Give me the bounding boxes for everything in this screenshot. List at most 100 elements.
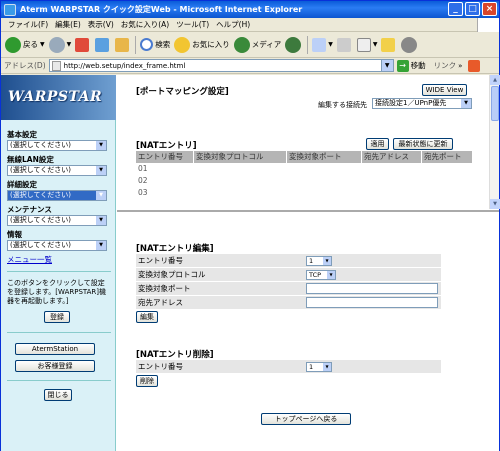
table-row[interactable]: 01 [136, 163, 472, 175]
discuss-button[interactable] [381, 35, 397, 55]
media-button[interactable]: メディア [233, 35, 281, 55]
col-entry: エントリ番号 [136, 151, 194, 163]
stop-button[interactable] [75, 35, 91, 55]
browser-window: Aterm WARPSTAR クイック設定Web - Microsoft Int… [0, 0, 500, 451]
history-icon [285, 36, 302, 53]
nat-title: [NATエントリ] [136, 141, 197, 151]
mail-button[interactable]: ▼ [312, 35, 333, 55]
customer-register-button[interactable]: お客様登録 [15, 360, 95, 372]
search-icon [140, 38, 154, 51]
menu-bar: ファイル(F) 編集(E) 表示(V) お気に入り(A) ツール(T) ヘルプ(… [1, 18, 499, 32]
messenger-button[interactable] [401, 35, 419, 55]
register-button[interactable]: 登録 [44, 311, 70, 323]
menu-tools[interactable]: ツール(T) [176, 19, 209, 30]
edit-title: [NATエントリ編集] [136, 244, 214, 254]
edit-page-button[interactable]: ▼ [356, 35, 377, 55]
group-wireless: 無線LAN設定 (選択してください) ▼ [7, 154, 111, 176]
chevron-down-icon: ▼ [96, 141, 106, 150]
sidebar: WARPSTAR 基本設定 (選択してください) ▼ 無線LAN設定 (選択してく… [1, 75, 116, 451]
messenger-icon [401, 36, 418, 53]
register-note: このボタンをクリックして設定を登録します。[WARPSTAR]機器を再起動します… [7, 279, 107, 305]
refresh-button[interactable] [95, 35, 111, 55]
vertical-scrollbar[interactable]: ▲ ▼ [489, 75, 500, 209]
aterm-station-button[interactable]: AtermStation [15, 343, 95, 355]
group-advanced: 詳細設定 (選択してください) ▼ [7, 179, 111, 201]
stop-icon [75, 37, 90, 52]
back-button[interactable]: 戻る ▼ [5, 35, 45, 55]
col-port: 変換対象ポート [287, 151, 362, 163]
table-row[interactable]: 02 [136, 175, 472, 187]
chevron-down-icon: ▼ [323, 256, 331, 265]
group-heading: 情報 [7, 230, 22, 239]
minimize-button[interactable]: _ [448, 2, 463, 16]
scroll-down-icon: ▼ [490, 199, 500, 209]
address-dropdown-icon[interactable]: ▼ [380, 60, 393, 71]
entry-select[interactable]: 1 ▼ [306, 255, 332, 266]
port-input[interactable] [306, 283, 438, 294]
protocol-select[interactable]: TCP ▼ [306, 269, 336, 280]
entry-label: エントリ番号 [138, 256, 183, 265]
group-heading: 詳細設定 [7, 180, 37, 189]
dest-address-label: 宛先アドレス [138, 298, 183, 307]
close-button[interactable]: × [482, 2, 497, 16]
col-protocol: 変換対象プロトコル [194, 151, 287, 163]
chevron-down-icon: ▼ [96, 166, 106, 175]
delete-button[interactable]: 削除 [136, 375, 158, 387]
table-row[interactable]: 03 [136, 187, 472, 199]
address-input[interactable]: http://web.setup/index_frame.html ▼ [48, 59, 394, 72]
page-title: [ポートマッピング設定] [136, 87, 229, 97]
chevron-down-icon: ▼ [461, 99, 471, 108]
print-button[interactable] [336, 35, 353, 55]
discuss-icon [381, 37, 396, 52]
favorites-button[interactable]: お気に入り [174, 35, 230, 55]
forward-button[interactable]: ▼ [48, 35, 71, 55]
connection-select[interactable]: 接続設定1／UPnP優先 ▼ [372, 98, 472, 109]
edit-form: エントリ番号 1 ▼ 変換対象プロトコル TCP ▼ 変換対象ポート 宛先アドレス … [136, 254, 441, 323]
edit-button[interactable]: 編集 [136, 311, 158, 323]
apply-button[interactable]: 適用 [366, 138, 389, 150]
menu-favorites[interactable]: お気に入り(A) [121, 19, 169, 30]
warpstar-logo: WARPSTAR [1, 75, 116, 120]
menu-help[interactable]: ヘルプ(H) [216, 19, 250, 30]
back-to-top-button[interactable]: トップページへ戻る [261, 413, 351, 425]
chevron-down-icon: ▼ [96, 216, 106, 225]
edit-frame: [NATエントリ編集] エントリ番号 1 ▼ 変換対象プロトコル TCP ▼ 変換対… [117, 210, 499, 451]
group-heading: メンテナンス [7, 205, 52, 214]
advanced-select[interactable]: (選択してください) ▼ [7, 190, 107, 201]
maintenance-select[interactable]: (選択してください) ▼ [7, 215, 107, 226]
nat-list-frame: [ポートマッピング設定] WIDE View 編集する接続先 接続設定1／UPn… [117, 75, 500, 209]
info-select[interactable]: (選択してください) ▼ [7, 240, 107, 251]
wireless-select[interactable]: (選択してください) ▼ [7, 165, 107, 176]
menu-edit[interactable]: 編集(E) [55, 19, 81, 30]
col-dest-addr: 宛先アドレス [362, 151, 422, 163]
norton-icon[interactable] [468, 59, 481, 72]
menu-file[interactable]: ファイル(F) [8, 19, 48, 30]
group-heading: 無線LAN設定 [7, 155, 54, 164]
dest-address-input[interactable] [306, 297, 438, 308]
chevron-down-icon: ▼ [96, 191, 106, 200]
search-button[interactable]: 検索 [140, 35, 170, 55]
address-url: http://web.setup/index_frame.html [63, 61, 186, 70]
table-header: エントリ番号 変換対象プロトコル 変換対象ポート 宛先アドレス 宛先ポート [136, 151, 472, 163]
maximize-button[interactable]: □ [465, 2, 480, 16]
home-button[interactable] [115, 35, 131, 55]
chevron-down-icon: ▼ [323, 362, 331, 371]
delete-form: エントリ番号 1 ▼ 削除 [136, 360, 441, 387]
go-arrow-icon[interactable]: → [396, 59, 409, 72]
menu-list-link[interactable]: メニュー一覧 [7, 254, 111, 265]
chevron-down-icon: ▼ [327, 270, 335, 279]
window-title: Aterm WARPSTAR クイック設定Web - Microsoft Int… [20, 5, 303, 14]
refresh-icon [95, 37, 110, 52]
refresh-button[interactable]: 最新状態に更新 [393, 138, 453, 150]
close-page-button[interactable]: 閉じる [44, 389, 72, 401]
basic-select[interactable]: (選択してください) ▼ [7, 140, 107, 151]
delete-entry-select[interactable]: 1 ▼ [306, 361, 332, 372]
links-button[interactable]: リンク [434, 60, 457, 71]
history-button[interactable] [285, 35, 303, 55]
wide-view-button[interactable]: WIDE View [422, 84, 467, 96]
menu-view[interactable]: 表示(V) [88, 19, 114, 30]
delete-title: [NATエントリ削除] [136, 350, 214, 360]
scroll-up-icon: ▲ [490, 75, 500, 85]
go-button[interactable]: 移動 [411, 60, 426, 71]
nat-table: エントリ番号 変換対象プロトコル 変換対象ポート 宛先アドレス 宛先ポート 01… [136, 151, 472, 199]
